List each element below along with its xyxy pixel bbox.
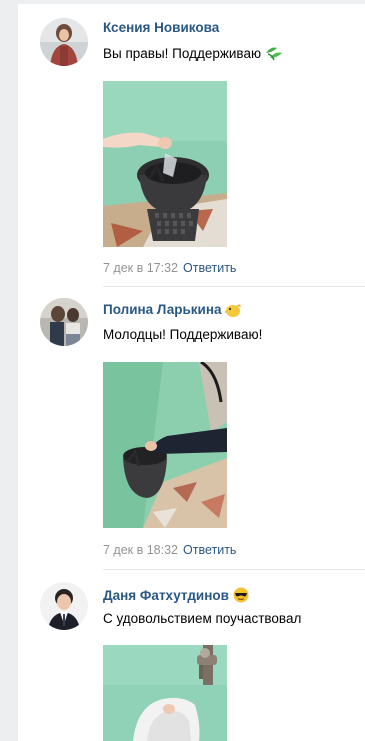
- avatar-image: [40, 582, 88, 630]
- comment-divider: [103, 286, 365, 287]
- avatar[interactable]: [40, 582, 88, 630]
- avatar-image: [40, 298, 88, 346]
- comment-text: Вы правы! Поддерживаю: [103, 45, 283, 64]
- avatar[interactable]: [40, 298, 88, 346]
- comment-author[interactable]: Полина Ларькина: [103, 302, 242, 320]
- seedling-icon: [265, 45, 283, 64]
- comment-meta: 7 дек в 18:32 Ответить: [103, 543, 236, 557]
- comment-date[interactable]: 7 дек в 17:32: [103, 261, 178, 275]
- avatar-image: [40, 18, 88, 66]
- comment-text: Молодцы! Поддерживаю!: [103, 327, 263, 342]
- comment-photo[interactable]: [103, 645, 227, 741]
- comment-author[interactable]: Ксения Новикова: [103, 20, 219, 35]
- comment-photo[interactable]: [103, 362, 227, 528]
- comment-author[interactable]: Даня Фатхутдинов: [103, 587, 249, 606]
- trash-bin-photo: [103, 81, 227, 247]
- tap-photo: [103, 645, 227, 741]
- comment-text: С удовольствием поучаствовал: [103, 611, 302, 626]
- comment-date[interactable]: 7 дек в 18:32: [103, 543, 178, 557]
- trash-bin-photo: [103, 362, 227, 528]
- top-separator: [18, 0, 365, 4]
- comment-divider: [103, 569, 365, 570]
- reply-button[interactable]: Ответить: [183, 261, 236, 275]
- avatar[interactable]: [40, 18, 88, 66]
- chick-emoji: [224, 303, 242, 320]
- reply-button[interactable]: Ответить: [183, 543, 236, 557]
- sunglasses-emoji: [233, 587, 249, 606]
- comment-meta: 7 дек в 17:32 Ответить: [103, 261, 236, 275]
- comments-panel: Ксения Новикова Вы правы! Поддерживаю 7 …: [18, 0, 365, 741]
- comment-photo[interactable]: [103, 81, 227, 247]
